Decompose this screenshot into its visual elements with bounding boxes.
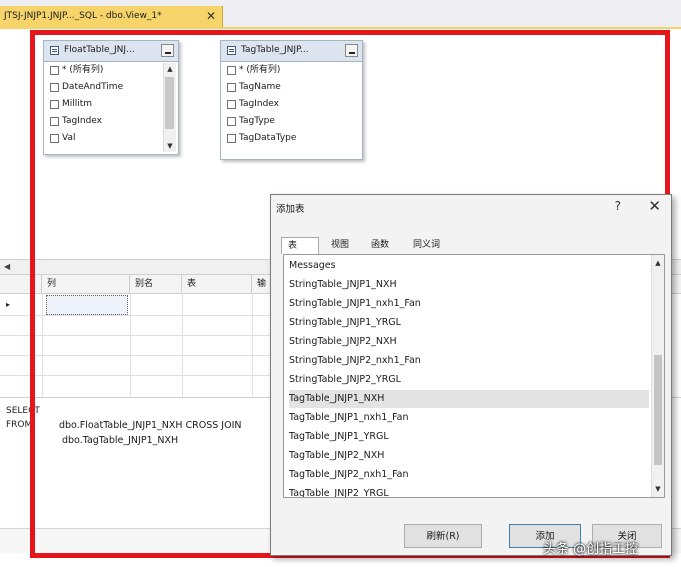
column-name: Val — [62, 133, 76, 143]
grid-header-blank — [0, 275, 42, 293]
grid-divider — [0, 335, 270, 336]
column-row[interactable]: TagType — [221, 113, 362, 130]
list-item[interactable]: StringTable_JNJP1_YRGL — [289, 314, 649, 332]
close-icon[interactable]: ✕ — [648, 197, 661, 215]
list-item[interactable]: TagTable_JNJP2_YRGL — [289, 485, 649, 497]
column-row[interactable]: Millitm — [44, 96, 178, 113]
scroll-thumb[interactable] — [165, 77, 174, 129]
checkbox[interactable] — [50, 117, 59, 126]
list-item-selected[interactable]: TagTable_JNJP1_NXH — [289, 390, 649, 408]
tab-synonyms[interactable]: 同义词 — [407, 237, 446, 254]
scroll-down-icon[interactable]: ▼ — [164, 140, 176, 152]
grid-divider — [0, 375, 270, 376]
list-item[interactable]: StringTable_JNJP2_NXH — [289, 333, 649, 351]
list-item[interactable]: StringTable_JNJP2_nxh1_Fan — [289, 352, 649, 370]
list-item[interactable]: Messages — [289, 257, 649, 275]
checkbox[interactable] — [227, 83, 236, 92]
list-item[interactable]: TagTable_JNJP2_nxh1_Fan — [289, 466, 649, 484]
table-box-scrollbar[interactable]: ▲ ▼ — [163, 63, 176, 152]
column-name: DateAndTime — [62, 82, 124, 92]
watermark: 头条 @创指工控 — [535, 530, 678, 562]
sql-from-line-2: dbo.TagTable_JNJP1_NXH — [62, 435, 179, 446]
grid-divider — [252, 293, 253, 397]
grid-header-table[interactable]: 表 — [182, 275, 252, 293]
scroll-thumb[interactable] — [654, 355, 662, 465]
checkbox[interactable] — [50, 100, 59, 109]
list-item[interactable]: TagTable_JNJP1_nxh1_Fan — [289, 409, 649, 427]
help-icon[interactable]: ? — [615, 199, 621, 213]
list-scrollbar[interactable]: ▲ ▼ — [651, 255, 664, 497]
grid-header-column[interactable]: 列 — [42, 275, 130, 293]
column-name: Millitm — [62, 99, 93, 109]
column-row[interactable]: TagIndex — [44, 113, 178, 130]
sql-from-keyword: FROM — [6, 420, 33, 430]
column-row[interactable]: TagIndex — [221, 96, 362, 113]
table-box-floattable[interactable]: FloatTable_JNJ... * (所有列) DateAndTime Mi… — [43, 40, 179, 155]
table-box-tagtable[interactable]: TagTable_JNJP... * (所有列) TagName TagInde… — [220, 40, 363, 160]
scroll-left-icon[interactable]: ◀ — [4, 260, 10, 274]
document-tab-strip: JTSJ-JNJP1.JNJP..._SQL - dbo.View_1* ✕ — [0, 0, 681, 28]
checkbox[interactable] — [227, 117, 236, 126]
grid-cell-selected[interactable] — [46, 295, 128, 315]
list-item[interactable]: TagTable_JNJP1_YRGL — [289, 428, 649, 446]
checkbox[interactable] — [227, 100, 236, 109]
scroll-up-icon[interactable]: ▲ — [652, 257, 664, 269]
checkbox[interactable] — [50, 83, 59, 92]
checkbox[interactable] — [227, 134, 236, 143]
grid-divider — [182, 293, 183, 397]
add-table-dialog: 添加表 ? ✕ 表 视图 函数 同义词 Messages StringTable… — [270, 194, 672, 556]
grid-header-alias[interactable]: 别名 — [130, 275, 182, 293]
document-tab[interactable]: JTSJ-JNJP1.JNJP..._SQL - dbo.View_1* ✕ — [0, 6, 223, 28]
document-tab-title: JTSJ-JNJP1.JNJP..._SQL - dbo.View_1* — [4, 11, 162, 21]
column-row[interactable]: Val — [44, 130, 178, 147]
column-row[interactable]: TagName — [221, 79, 362, 96]
column-row[interactable]: TagDataType — [221, 130, 362, 147]
table-box-title: TagTable_JNJP... — [241, 45, 309, 55]
table-box-header[interactable]: TagTable_JNJP... — [221, 41, 362, 62]
close-icon[interactable]: ✕ — [206, 9, 216, 23]
column-name: TagName — [239, 82, 281, 92]
scroll-up-icon[interactable]: ▲ — [164, 63, 176, 75]
grid-divider — [0, 355, 270, 356]
list-item[interactable]: TagTable_JNJP2_NXH — [289, 447, 649, 465]
minimize-icon[interactable] — [345, 44, 358, 57]
list-item[interactable]: StringTable_JNJP2_YRGL — [289, 371, 649, 389]
column-row[interactable]: DateAndTime — [44, 79, 178, 96]
checkbox[interactable] — [50, 134, 59, 143]
checkbox[interactable] — [50, 66, 59, 75]
table-icon — [50, 46, 59, 55]
column-name: TagType — [239, 116, 275, 126]
list-item[interactable]: StringTable_JNJP1_nxh1_Fan — [289, 295, 649, 313]
column-row[interactable]: * (所有列) — [221, 62, 362, 79]
watermark-text: 头条 @创指工控 — [543, 542, 639, 557]
grid-divider — [42, 293, 43, 397]
column-row[interactable]: * (所有列) — [44, 62, 178, 79]
sql-select-keyword: SELECT — [6, 406, 40, 416]
scroll-down-icon[interactable]: ▼ — [652, 483, 664, 495]
column-name: TagDataType — [239, 133, 297, 143]
column-name: TagIndex — [62, 116, 103, 126]
table-list[interactable]: Messages StringTable_JNJP1_NXH StringTab… — [283, 254, 665, 498]
tab-views[interactable]: 视图 — [325, 237, 355, 254]
sql-from-line-1: dbo.FloatTable_JNJP1_NXH CROSS JOIN — [59, 420, 242, 431]
dialog-title: 添加表 — [276, 204, 305, 215]
list-item[interactable]: StringTable_JNJP1_NXH — [289, 276, 649, 294]
refresh-button[interactable]: 刷新(R) — [404, 524, 482, 548]
grid-divider — [0, 315, 270, 316]
table-box-title: FloatTable_JNJ... — [64, 45, 135, 55]
table-box-header[interactable]: FloatTable_JNJ... — [44, 41, 178, 62]
checkbox[interactable] — [227, 66, 236, 75]
tab-functions[interactable]: 函数 — [365, 237, 395, 254]
column-name: TagIndex — [239, 99, 280, 109]
current-row-icon: ▸ — [6, 300, 11, 309]
table-icon — [227, 46, 236, 55]
grid-divider — [130, 293, 131, 397]
tab-tables[interactable]: 表 — [281, 237, 319, 254]
column-name: * (所有列) — [62, 65, 104, 75]
column-name: * (所有列) — [239, 65, 281, 75]
minimize-icon[interactable] — [161, 44, 174, 57]
